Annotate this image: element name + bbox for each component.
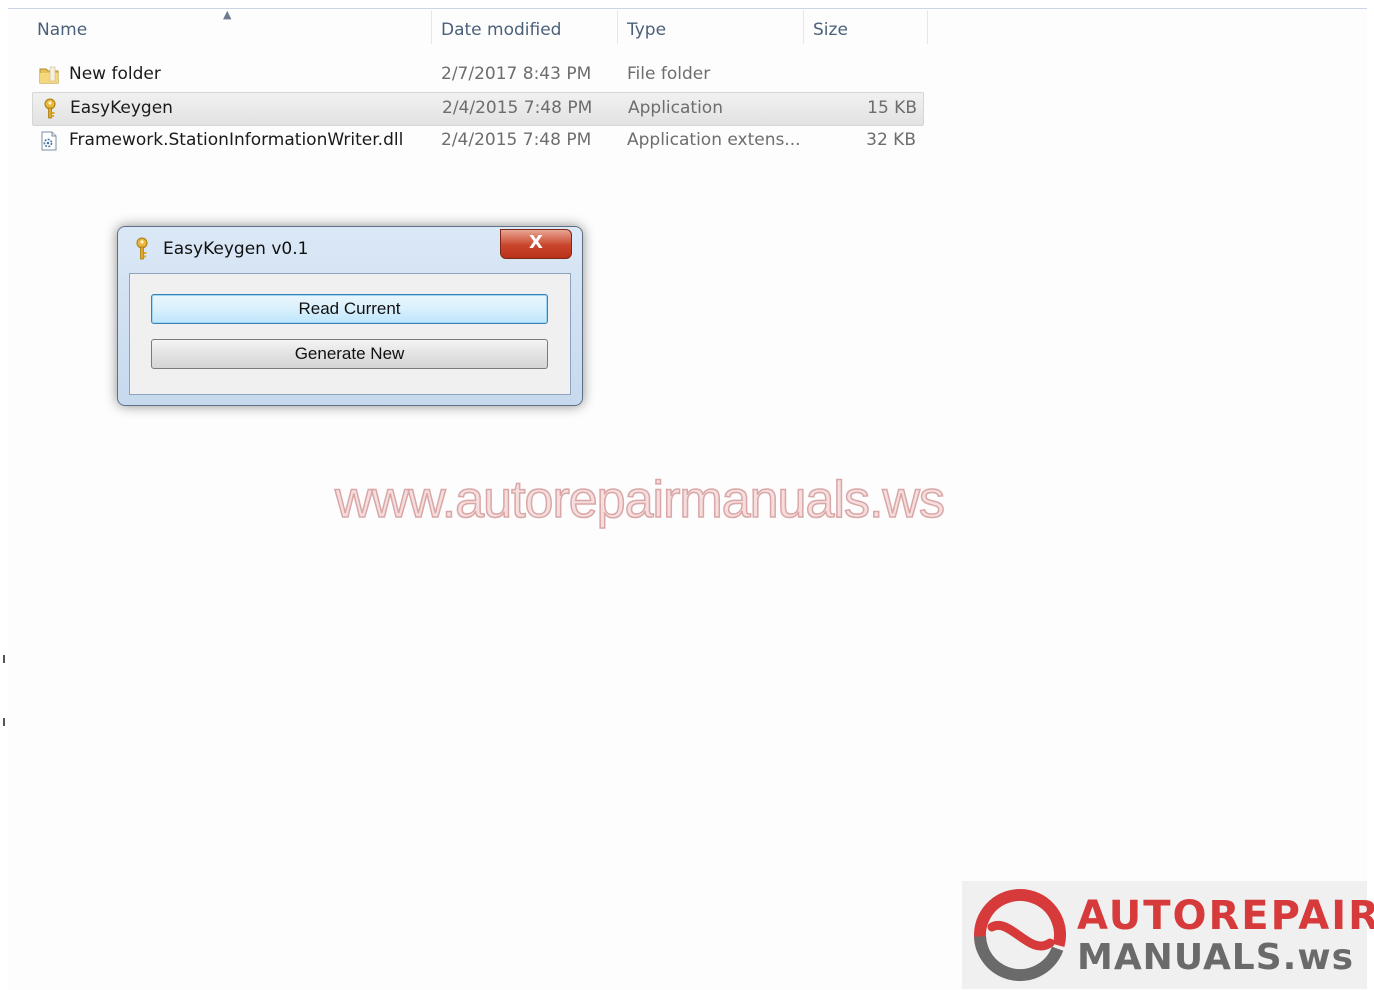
key-app-icon [136, 237, 148, 260]
key-app-icon [44, 98, 56, 119]
file-type: Application extens... [627, 130, 801, 150]
column-header-date-modified[interactable]: Date modified [441, 20, 561, 40]
easykeygen-dialog[interactable]: EasyKeygen v0.1 X Read Current Generate … [117, 226, 583, 406]
autorepair-manuals-logo: AUTOREPAIR MANUALS.ws [962, 881, 1374, 989]
sort-ascending-icon: ▲ [223, 8, 232, 21]
dll-file-icon [41, 131, 57, 151]
file-name: New folder [69, 64, 161, 84]
logo-emblem-icon [974, 889, 1066, 981]
file-size: 15 KB [867, 98, 917, 118]
file-type: File folder [627, 64, 711, 84]
file-date-modified: 2/4/2015 7:48 PM [441, 130, 592, 150]
logo-text-manuals: MANUALS.ws [1077, 937, 1355, 978]
read-current-button[interactable]: Read Current [151, 294, 548, 324]
column-header-size[interactable]: Size [813, 20, 848, 40]
file-row[interactable]: Framework.StationInformationWriter.dll 2… [32, 125, 922, 157]
window-edge-mark [3, 718, 5, 726]
column-divider[interactable] [927, 10, 928, 44]
folder-icon [39, 66, 59, 84]
watermark-url: www.autorepairmanuals.ws [334, 470, 945, 530]
logo-text-autorepair: AUTOREPAIR [1077, 893, 1374, 939]
window-edge-mark [3, 655, 5, 663]
close-button[interactable]: X [500, 229, 572, 259]
dialog-client-area: Read Current Generate New [129, 273, 571, 395]
dialog-title: EasyKeygen v0.1 [163, 239, 309, 259]
file-name: Framework.StationInformationWriter.dll [69, 130, 404, 150]
file-date-modified: 2/7/2017 8:43 PM [441, 64, 592, 84]
column-header-name[interactable]: Name [37, 20, 87, 40]
file-name: EasyKeygen [70, 98, 173, 118]
column-divider[interactable] [431, 10, 432, 44]
file-row[interactable]: New folder 2/7/2017 8:43 PM File folder [32, 59, 922, 91]
column-header-type[interactable]: Type [627, 20, 666, 40]
file-row-selected[interactable]: EasyKeygen 2/4/2015 7:48 PM Application … [32, 92, 924, 126]
column-divider[interactable] [617, 10, 618, 44]
generate-new-button[interactable]: Generate New [151, 339, 548, 369]
column-divider[interactable] [803, 10, 804, 44]
file-size: 32 KB [866, 130, 916, 150]
file-type: Application [628, 98, 723, 118]
file-date-modified: 2/4/2015 7:48 PM [442, 98, 593, 118]
close-icon: X [529, 232, 543, 253]
